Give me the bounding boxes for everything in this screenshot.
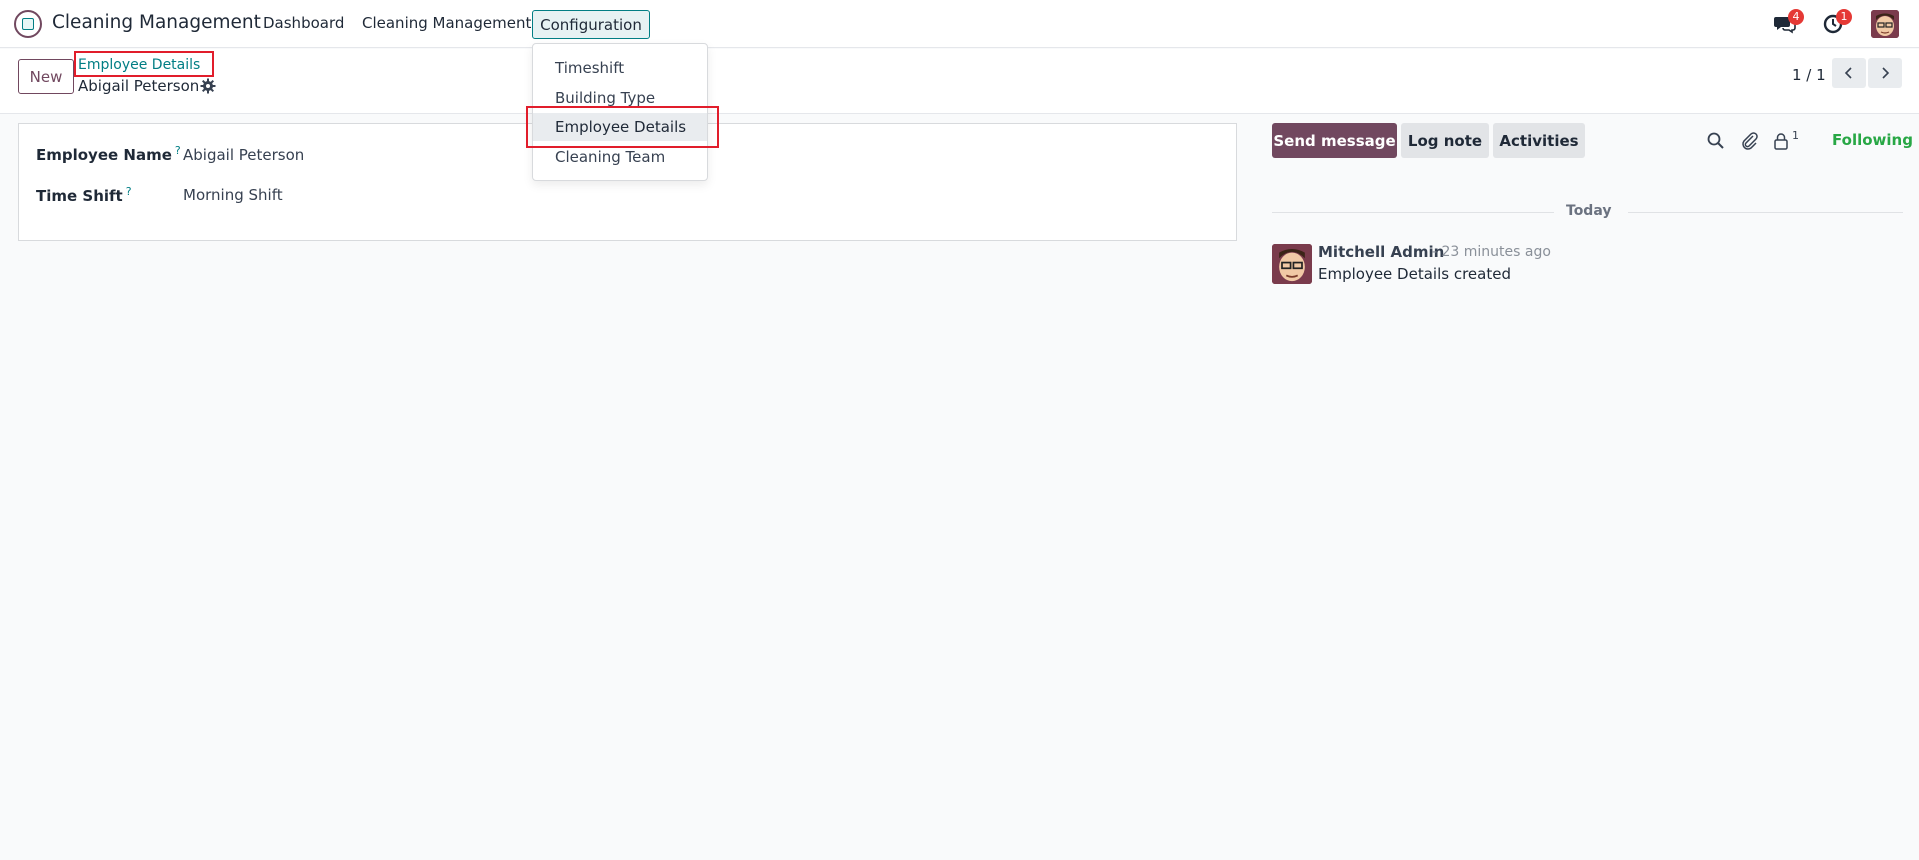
configuration-dropdown: Timeshift Building Type Employee Details… bbox=[532, 43, 708, 181]
pager-next-button[interactable] bbox=[1868, 58, 1902, 88]
employee-name-label: Employee Name? bbox=[36, 144, 181, 164]
new-button[interactable]: New bbox=[18, 59, 74, 94]
followers-count: 1 bbox=[1792, 129, 1799, 142]
top-navbar: Cleaning Management Dashboard Cleaning M… bbox=[0, 0, 1919, 48]
pager-previous-button[interactable] bbox=[1832, 58, 1866, 88]
following-toggle[interactable]: Following bbox=[1832, 131, 1913, 149]
help-icon[interactable]: ? bbox=[175, 144, 181, 157]
activities-clock-icon[interactable]: 1 bbox=[1822, 9, 1852, 35]
date-separator-line bbox=[1272, 212, 1554, 213]
activities-button[interactable]: Activities bbox=[1493, 123, 1585, 158]
employee-name-value[interactable]: Abigail Peterson bbox=[183, 146, 304, 164]
activities-badge: 1 bbox=[1836, 9, 1852, 25]
message-body: Employee Details created bbox=[1318, 265, 1511, 283]
menu-item-cleaning-team[interactable]: Cleaning Team bbox=[533, 143, 707, 171]
send-message-button[interactable]: Send message bbox=[1272, 123, 1397, 158]
help-icon[interactable]: ? bbox=[126, 185, 132, 198]
search-icon[interactable] bbox=[1706, 131, 1726, 151]
message-timestamp: - 23 minutes ago bbox=[1432, 244, 1551, 260]
message-author[interactable]: Mitchell Admin bbox=[1318, 243, 1444, 261]
user-avatar[interactable] bbox=[1871, 10, 1899, 38]
menu-dashboard[interactable]: Dashboard bbox=[263, 14, 344, 32]
time-shift-label: Time Shift? bbox=[36, 185, 132, 205]
menu-item-employee-details[interactable]: Employee Details bbox=[533, 113, 707, 141]
paperclip-icon[interactable] bbox=[1740, 131, 1760, 151]
date-separator: Today bbox=[1566, 203, 1612, 219]
message-author-avatar[interactable] bbox=[1272, 244, 1312, 284]
chevron-right-icon bbox=[1882, 67, 1890, 79]
gear-icon[interactable] bbox=[200, 78, 216, 94]
messages-badge: 4 bbox=[1788, 9, 1804, 25]
time-shift-value[interactable]: Morning Shift bbox=[183, 186, 283, 204]
menu-item-timeshift[interactable]: Timeshift bbox=[533, 54, 707, 82]
menu-configuration[interactable]: Configuration bbox=[532, 10, 650, 39]
date-separator-line bbox=[1628, 212, 1903, 213]
followers-lock-icon[interactable] bbox=[1771, 131, 1791, 151]
menu-cleaning-management[interactable]: Cleaning Management bbox=[362, 14, 531, 32]
pager-value[interactable]: 1 / 1 bbox=[1792, 66, 1826, 84]
app-title[interactable]: Cleaning Management bbox=[52, 12, 261, 33]
menu-item-building-type[interactable]: Building Type bbox=[533, 84, 707, 112]
breadcrumb-employee-details[interactable]: Employee Details bbox=[78, 57, 200, 73]
control-panel: New Employee Details Abigail Peterson 1 … bbox=[0, 49, 1919, 114]
chevron-left-icon bbox=[1844, 67, 1852, 79]
app-home-icon[interactable] bbox=[14, 10, 42, 38]
record-name: Abigail Peterson bbox=[78, 77, 200, 95]
messages-icon[interactable]: 4 bbox=[1774, 9, 1804, 35]
log-note-button[interactable]: Log note bbox=[1401, 123, 1489, 158]
